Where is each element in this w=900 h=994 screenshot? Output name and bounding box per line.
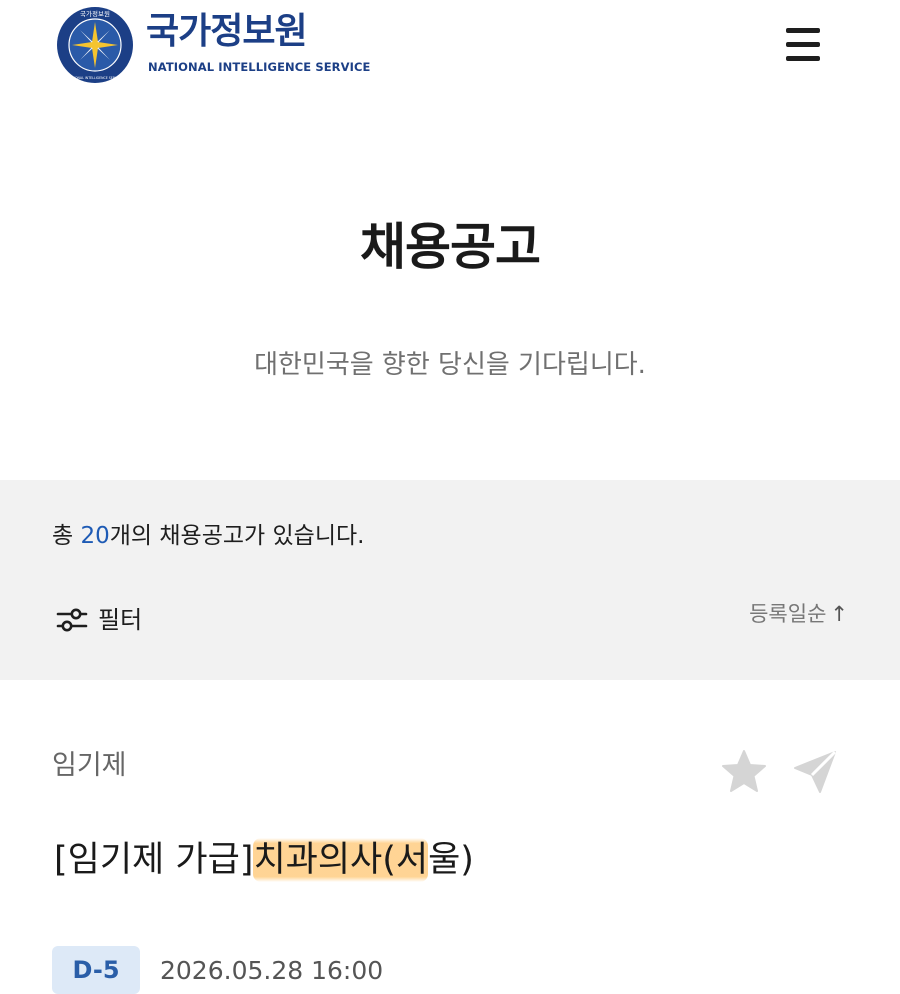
sort-button[interactable]: 등록일순 ↑	[749, 604, 848, 625]
job-title-highlight: 치과의사(서	[253, 838, 429, 882]
brand-name-korean[interactable]: 국가정보원	[146, 14, 308, 50]
filter-button[interactable]: 필터	[56, 602, 142, 638]
brand-name-english[interactable]: NATIONAL INTELLIGENCE SERVICE	[148, 61, 371, 74]
page-subtitle: 대한민국을 향한 당신을 기다립니다.	[254, 350, 646, 380]
hamburger-menu-button[interactable]	[784, 28, 824, 62]
job-title-prefix: [임기제 가급]	[54, 840, 254, 880]
summary-band	[0, 480, 900, 680]
page-title: 채용공고	[360, 218, 541, 276]
sort-label: 등록일순	[749, 602, 827, 626]
arrow-up-icon: ↑	[830, 602, 848, 626]
emblem-text-ko: 국가정보원	[80, 9, 110, 18]
total-prefix: 총	[52, 523, 81, 549]
favorite-button[interactable]	[720, 748, 768, 794]
site-header: 국가정보원 NATIONAL INTELLIGENCE SERVICE 국가정보…	[0, 0, 900, 100]
job-category: 임기제	[52, 750, 127, 781]
emblem-text-en: NATIONAL INTELLIGENCE SERVICE	[68, 76, 122, 80]
nis-emblem-logo[interactable]: 국가정보원 NATIONAL INTELLIGENCE SERVICE	[56, 6, 134, 84]
filter-label: 필터	[98, 606, 143, 634]
total-count-number: 20	[80, 523, 110, 549]
total-suffix: 개의 채용공고가 있습니다.	[109, 523, 365, 549]
d-day-badge: D-5	[52, 946, 140, 994]
job-title[interactable]: [임기제 가급]치과의사(서울)	[54, 838, 474, 882]
deadline-datetime: 2026.05.28 16:00	[160, 956, 384, 985]
hamburger-menu-icon	[786, 28, 820, 33]
share-icon	[794, 750, 837, 793]
star-icon	[722, 750, 766, 792]
total-count-text: 총 20개의 채용공고가 있습니다.	[52, 525, 364, 548]
share-button[interactable]	[790, 748, 840, 796]
job-title-suffix: 울)	[428, 840, 474, 880]
sliders-icon	[56, 608, 88, 632]
